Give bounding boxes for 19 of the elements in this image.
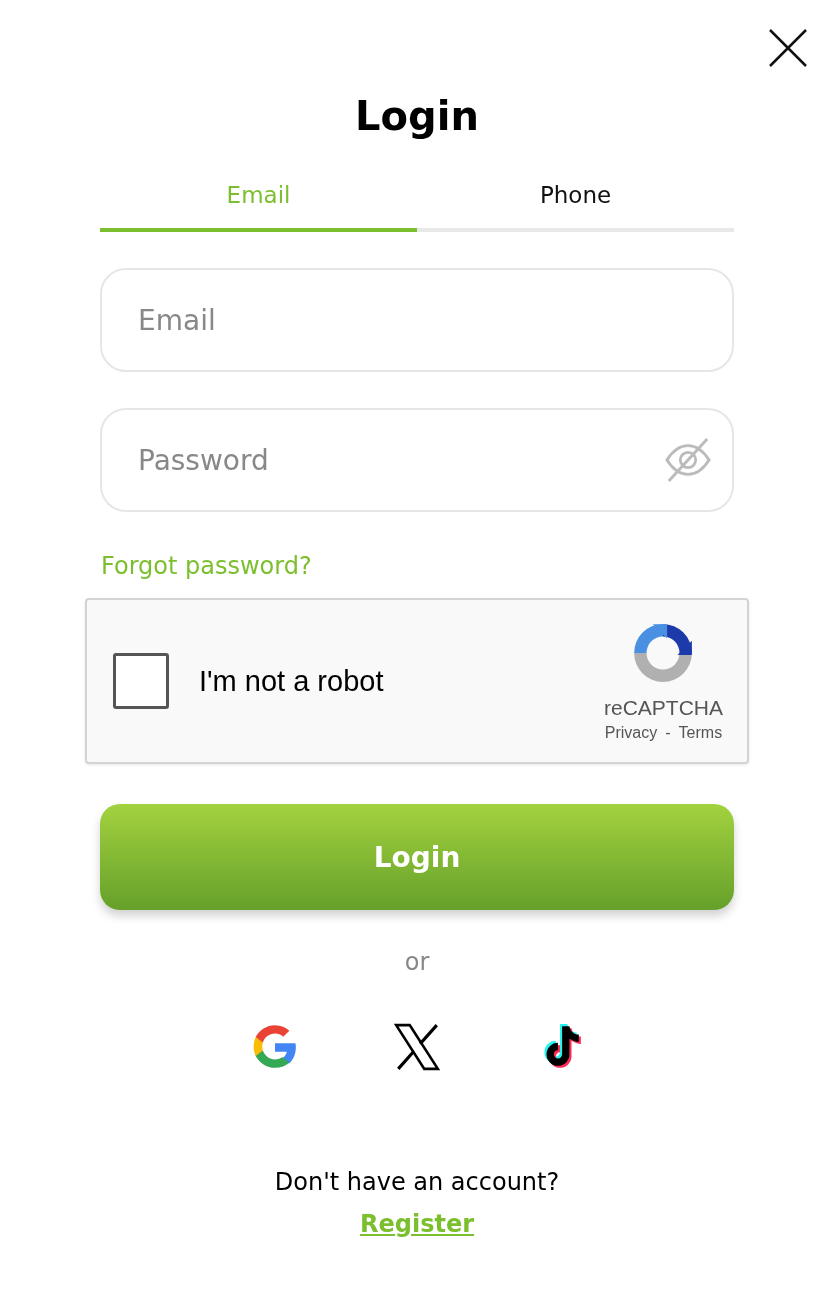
register-link[interactable]: Register xyxy=(359,1210,474,1238)
login-button[interactable]: Login xyxy=(100,804,734,910)
captcha-checkbox[interactable] xyxy=(113,653,169,709)
tab[interactable]: Email xyxy=(100,182,417,232)
x-letter-icon xyxy=(392,1022,442,1072)
signup-prompt: Don't have an account? xyxy=(274,1168,560,1196)
email-field[interactable]: Email xyxy=(100,268,734,372)
tab[interactable]: Phone xyxy=(417,182,734,232)
forgot-password-link[interactable]: Forgot password? xyxy=(101,552,312,580)
divider-text: or xyxy=(404,948,430,976)
close-button[interactable] xyxy=(768,28,808,68)
link-separator: - xyxy=(665,724,671,742)
privacy-link[interactable]: Privacy xyxy=(604,724,658,742)
captcha-label: I'm not a robot xyxy=(199,664,385,698)
captcha-brand: reCAPTCHA xyxy=(603,696,723,720)
dialog-title: Login xyxy=(355,92,479,140)
password-field[interactable]: Password xyxy=(100,408,734,512)
social-login-button[interactable] xyxy=(392,1022,442,1072)
terms-link[interactable]: Terms xyxy=(678,724,723,742)
